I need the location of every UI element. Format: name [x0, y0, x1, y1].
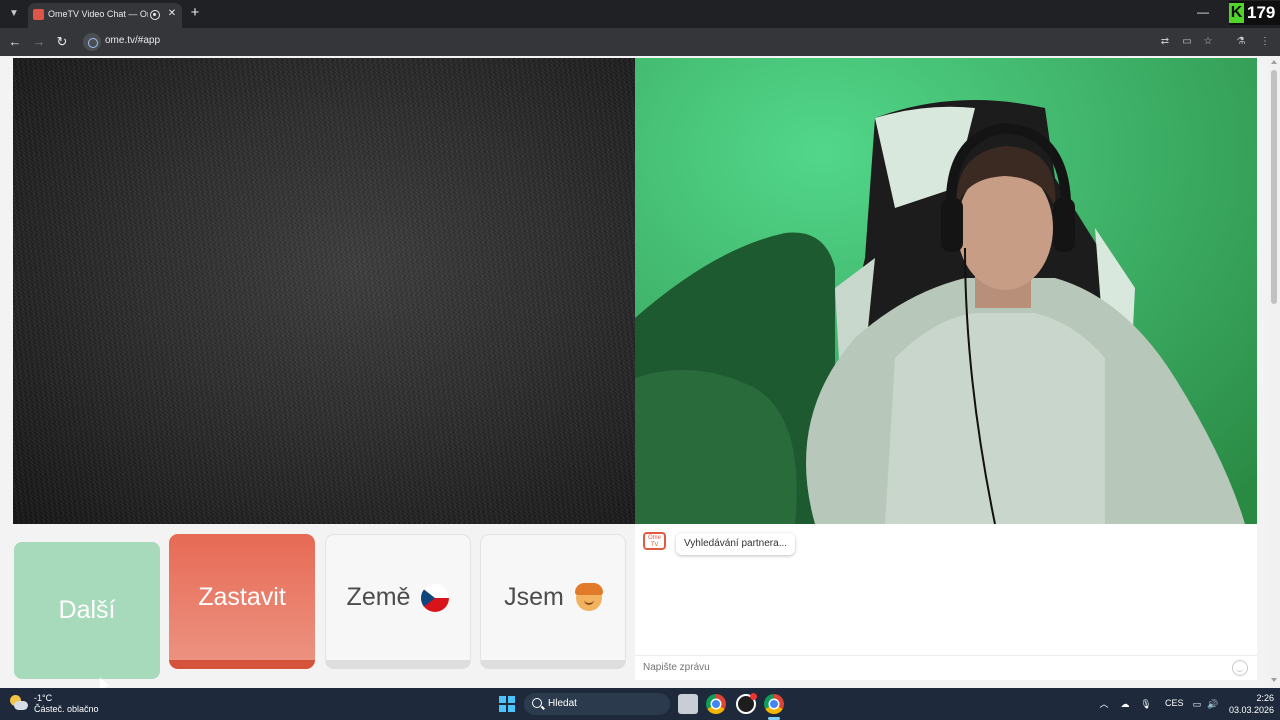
next-button[interactable]: Další	[14, 542, 160, 679]
chat-panel: Ome TV Vyhledávání partnera...	[635, 524, 1257, 680]
viewer-count: 179	[1247, 3, 1276, 22]
ometv-logo-icon: Ome TV	[643, 532, 666, 550]
gender-filter-button[interactable]: Jsem	[480, 534, 626, 669]
file-explorer-icon[interactable]	[678, 694, 698, 714]
browser-toolbar: ← → ↻ ome.tv/#app ⇄ ▭ ☆ ⚗ ⋮	[0, 28, 1280, 56]
chat-status-message: Vyhledávání partnera...	[676, 533, 796, 555]
windows-start-icon[interactable]	[499, 696, 515, 712]
address-bar[interactable]: ome.tv/#app	[80, 31, 1230, 53]
window-minimize-button[interactable]: —	[1196, 5, 1210, 19]
onedrive-cloud-icon[interactable]: ☁	[1118, 697, 1132, 711]
clock-time[interactable]: 2:26	[1228, 693, 1274, 703]
win-pane	[508, 705, 515, 712]
windows-taskbar: -1°C Částeč. oblačno Hledat ︿ ☁ 🎙 CES ▭ …	[0, 688, 1280, 720]
tray-overflow-chevron-icon[interactable]: ︿	[1097, 697, 1111, 711]
tab-search-icon[interactable]: ▼	[5, 5, 23, 23]
cast-icon[interactable]: ▭	[1179, 34, 1195, 50]
ometv-favicon-icon	[33, 9, 44, 20]
microphone-icon[interactable]: 🎙	[1139, 697, 1153, 711]
tab-close-icon[interactable]: ✕	[165, 7, 179, 21]
chrome-active-app-icon[interactable]	[764, 694, 784, 714]
volume-icon[interactable]: 🔊	[1206, 697, 1220, 711]
czech-flag-icon	[421, 583, 450, 612]
recording-dot-icon	[750, 693, 757, 700]
new-tab-button[interactable]: +	[187, 5, 203, 21]
taskbar-search-label: Hledat	[548, 698, 577, 709]
webcam-person-illustration	[635, 58, 1257, 524]
recording-indicator-icon	[150, 10, 160, 20]
win-pane	[508, 696, 515, 703]
cloud-shape	[14, 701, 28, 710]
stop-button[interactable]: Zastavit	[169, 534, 315, 669]
scroll-up-arrow-icon[interactable]	[1271, 60, 1277, 64]
next-button-label: Další	[58, 596, 116, 624]
bookmark-star-icon[interactable]: ☆	[1200, 34, 1216, 50]
reload-button[interactable]: ↻	[53, 33, 71, 51]
tab-strip: ▼ OmeTV Video Chat — Omegle ✕ + — K 179	[0, 0, 1280, 28]
clock-date[interactable]: 03.03.2026	[1220, 705, 1274, 715]
country-button-label: Země	[346, 583, 411, 611]
chrome-app-icon[interactable]	[706, 694, 726, 714]
browser-menu-icon[interactable]: ⋮	[1257, 34, 1273, 50]
country-filter-button[interactable]: Země	[325, 534, 471, 669]
kick-logo-icon: K	[1229, 3, 1244, 23]
win-pane	[499, 705, 506, 712]
weather-condition[interactable]: Částeč. oblačno	[34, 704, 99, 714]
win-pane	[499, 696, 506, 703]
gender-button-label: Jsem	[504, 583, 564, 611]
weather-temperature[interactable]: -1°C	[34, 693, 52, 703]
boy-emoji-icon	[574, 582, 603, 611]
emoji-picker-icon[interactable]	[1232, 660, 1248, 676]
obs-app-icon[interactable]	[736, 693, 757, 714]
input-language[interactable]: CES	[1165, 698, 1184, 708]
tab-title: OmeTV Video Chat — Omegle	[48, 9, 148, 19]
labs-flask-icon[interactable]: ⚗	[1233, 34, 1249, 50]
page-scrollbar[interactable]	[1268, 56, 1280, 688]
scroll-thumb[interactable]	[1271, 70, 1277, 304]
translate-icon[interactable]: ⇄	[1157, 34, 1173, 50]
local-webcam-video	[635, 58, 1257, 524]
active-tab[interactable]: OmeTV Video Chat — Omegle ✕	[28, 3, 182, 28]
forward-button[interactable]: →	[30, 33, 48, 51]
chat-input-row	[635, 655, 1257, 680]
chat-message-input[interactable]	[643, 662, 1223, 673]
scroll-down-arrow-icon[interactable]	[1271, 678, 1277, 682]
gender-button-content: Jsem	[481, 535, 625, 660]
url-text: ome.tv/#app	[105, 35, 161, 46]
taskbar-search[interactable]: Hledat	[524, 693, 670, 715]
stop-button-label: Zastavit	[198, 582, 286, 611]
stream-counter-badge: K 179	[1229, 1, 1280, 25]
country-button-content: Země	[326, 535, 470, 660]
back-button[interactable]: ←	[6, 33, 24, 51]
weather-partly-cloudy-icon[interactable]	[10, 695, 28, 711]
search-icon	[532, 698, 542, 708]
site-info-icon[interactable]	[83, 33, 101, 51]
partner-video-static	[13, 58, 635, 524]
ometv-page: Další Zastavit Země Jsem Ome TV Vyhledáv…	[0, 56, 1280, 690]
network-icon[interactable]: ▭	[1190, 697, 1204, 711]
static-noise	[13, 58, 635, 524]
